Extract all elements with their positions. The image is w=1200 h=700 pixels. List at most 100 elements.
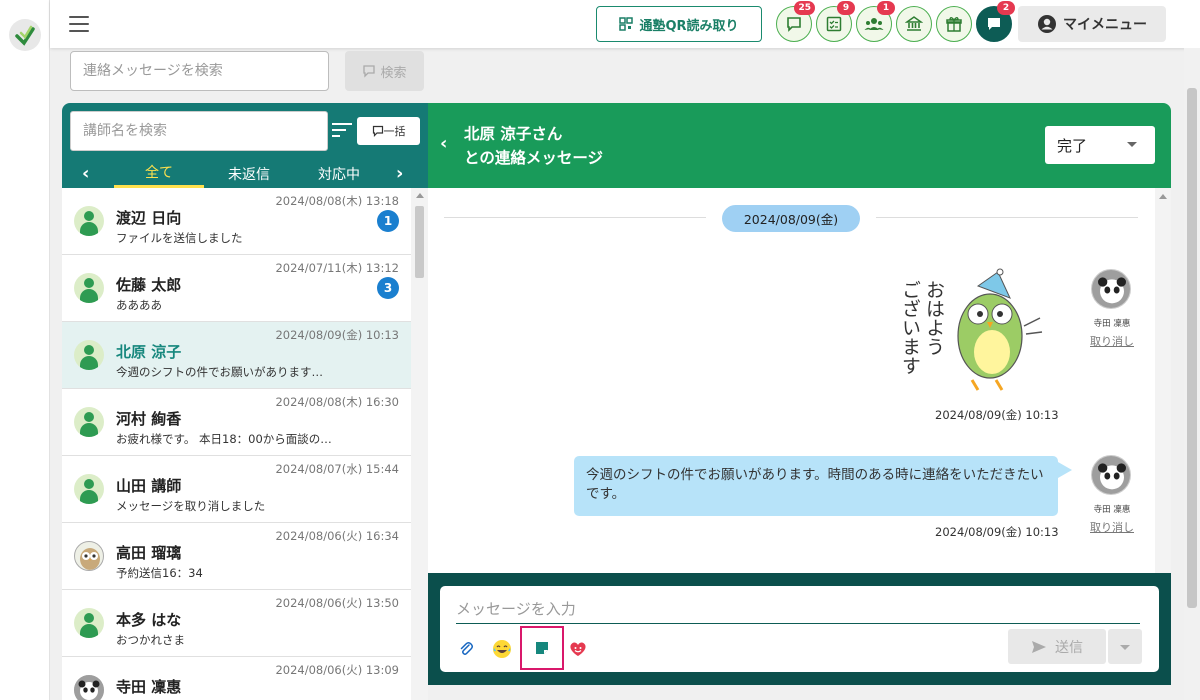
list-item[interactable]: 本多 はな おつかれさま 2024/08/06(火) 13:50 <box>62 590 411 657</box>
tabs-next-icon[interactable]: › <box>396 163 403 184</box>
list-scrollbar[interactable] <box>411 188 428 700</box>
bank-icon <box>905 16 923 31</box>
chat-button[interactable]: 2 <box>976 1 1015 42</box>
list-item[interactable]: 寺田 凜惠 2024/08/06(火) 13:09 <box>62 657 411 700</box>
message-date: 2024/08/06(火) 16:34 <box>275 529 399 543</box>
tab-all[interactable]: 全て <box>114 159 204 188</box>
page-scrollbar[interactable] <box>1184 48 1200 700</box>
cancel-message-link[interactable]: 取り消し <box>1090 333 1134 349</box>
send-options-button[interactable] <box>1108 629 1142 664</box>
app-logo-icon[interactable] <box>9 19 41 51</box>
message-search-button-label: 検索 <box>380 65 407 81</box>
search-chat-icon <box>363 65 376 78</box>
teacher-name: 渡辺 日向 <box>116 209 182 227</box>
sort-icon[interactable] <box>332 123 352 137</box>
list-item[interactable]: 山田 講師 メッセージを取り消しました 2024/08/07(水) 15:44 <box>62 456 411 523</box>
send-button[interactable]: 送信 <box>1008 629 1106 664</box>
sender-avatar-icon <box>1091 455 1131 495</box>
list-item[interactable]: 高田 瑠璃 予約送信16：34 2024/08/06(火) 16:34 <box>62 523 411 590</box>
send-label: 送信 <box>1055 639 1083 656</box>
owl-avatar-icon <box>74 541 104 571</box>
checklist-icon <box>826 16 842 32</box>
bulk-send-button[interactable]: 一括 <box>357 117 420 145</box>
top-bar: 通塾QR読み取り 25 9 1 2 マイメニュー <box>50 0 1200 48</box>
message-date: 2024/08/07(水) 15:44 <box>275 462 399 476</box>
tab-unreplied[interactable]: 未返信 <box>204 159 294 188</box>
message-preview: お疲れ様です。 本日18：00から面談の… <box>116 432 332 446</box>
attach-file-icon[interactable] <box>452 635 480 663</box>
teacher-name: 寺田 凜惠 <box>116 678 182 696</box>
message-preview: メッセージを取り消しました <box>116 499 266 513</box>
message-search-button[interactable]: 検索 <box>345 51 424 91</box>
filter-tabs: ‹ 全て 未返信 対応中 › <box>62 159 428 188</box>
list-item[interactable]: 佐藤 太郎 ああああ 2024/07/11(木) 13:12 3 <box>62 255 411 322</box>
sender-name: 寺田 凜惠 <box>1093 319 1131 329</box>
unread-badge: 1 <box>377 210 399 232</box>
composer-box: 送信 <box>440 586 1159 672</box>
chat-header: ‹ 北原 涼子さん との連絡メッセージ 完了 <box>428 103 1171 188</box>
bubble-tail <box>1058 462 1072 478</box>
back-chevron-icon[interactable]: ‹ <box>440 133 447 154</box>
gift-icon <box>946 17 962 32</box>
chat-messages: 2024/08/09(金) おはよう ございます 寺田 凜惠 取り消し 2024… <box>428 188 1171 573</box>
teacher-list: 渡辺 日向 ファイルを送信しました 2024/08/08(木) 13:18 1 … <box>62 188 411 700</box>
message-input[interactable] <box>456 594 1140 624</box>
dropdown-arrow-icon <box>1120 645 1130 650</box>
panda-avatar-icon <box>74 675 104 700</box>
sticker-text-line-1: おはよう <box>923 280 945 356</box>
tabs-prev-icon[interactable]: ‹ <box>82 163 89 184</box>
avatar <box>74 407 104 437</box>
qr-scan-label: 通塾QR読み取り <box>639 18 739 34</box>
message-preview: ファイルを送信しました <box>116 231 243 245</box>
gift-button[interactable] <box>936 6 972 42</box>
status-value: 完了 <box>1057 136 1088 155</box>
school-button[interactable] <box>896 6 932 42</box>
my-menu-button[interactable]: マイメニュー <box>1018 6 1166 42</box>
my-menu-label: マイメニュー <box>1063 17 1147 33</box>
avatar <box>74 273 104 303</box>
message-date: 2024/08/08(木) 16:30 <box>275 395 399 409</box>
message-text: 今週のシフトの件でお願いがあります。時間のある時に連絡をいただきたいです。 <box>586 467 1044 502</box>
students-badge: 1 <box>877 1 895 15</box>
message-date: 2024/07/11(木) 13:12 <box>275 261 399 275</box>
message-composer: 送信 <box>428 573 1171 685</box>
qr-code-icon <box>619 17 634 31</box>
chat-title-name: 北原 涼子さん <box>464 125 563 143</box>
list-item[interactable]: 渡辺 日向 ファイルを送信しました 2024/08/08(木) 13:18 1 <box>62 188 411 255</box>
teacher-list-panel: 一括 ‹ 全て 未返信 対応中 › 渡辺 日向 ファイルを送信しました 2024… <box>62 103 428 700</box>
list-item-selected[interactable]: 北原 涼子 今週のシフトの件でお願いがあります… 2024/08/09(金) 1… <box>62 322 411 389</box>
teacher-name: 河村 絢香 <box>116 410 182 428</box>
message-date: 2024/08/06(火) 13:50 <box>275 596 399 610</box>
list-item[interactable]: 河村 絢香 お疲れ様です。 本日18：00から面談の… 2024/08/08(木… <box>62 389 411 456</box>
account-circle-icon <box>1038 15 1056 33</box>
qr-scan-button[interactable]: 通塾QR読み取り <box>596 6 762 42</box>
messages-button[interactable]: 25 <box>776 1 815 42</box>
chat-outline-icon <box>372 125 383 137</box>
avatar <box>74 340 104 370</box>
tab-in-progress[interactable]: 対応中 <box>294 159 384 188</box>
students-button[interactable]: 1 <box>856 1 895 42</box>
cancel-message-link[interactable]: 取り消し <box>1090 519 1134 535</box>
tasks-button[interactable]: 9 <box>816 1 855 42</box>
teacher-name: 北原 涼子 <box>116 343 182 361</box>
sticker-icon[interactable] <box>520 626 564 670</box>
teacher-name: 佐藤 太郎 <box>116 276 182 294</box>
hamburger-menu-icon[interactable] <box>68 14 90 34</box>
chat-panel: ‹ 北原 涼子さん との連絡メッセージ 完了 2024/08/09(金) おはよ… <box>428 103 1171 685</box>
chat-title-sub: との連絡メッセージ <box>464 149 604 167</box>
divider <box>876 217 1138 218</box>
teacher-search-input[interactable] <box>70 111 328 151</box>
teacher-name: 本多 はな <box>116 611 182 629</box>
emoji-icon[interactable] <box>488 635 516 663</box>
status-select[interactable]: 完了 <box>1045 126 1155 164</box>
message-preview: おつかれさま <box>116 633 185 647</box>
message-time: 2024/08/09(金) 10:13 <box>935 408 1059 422</box>
message-preview: 今週のシフトの件でお願いがあります… <box>116 365 323 379</box>
chat-icon <box>988 18 1000 30</box>
chat-bubble-icon <box>787 17 801 32</box>
chat-scrollbar[interactable] <box>1155 188 1171 573</box>
message-search-input[interactable] <box>70 51 329 91</box>
teacher-list-header: 一括 ‹ 全て 未返信 対応中 › <box>62 103 428 188</box>
reaction-icon[interactable] <box>564 635 592 663</box>
chat-title: 北原 涼子さん との連絡メッセージ <box>464 122 603 170</box>
